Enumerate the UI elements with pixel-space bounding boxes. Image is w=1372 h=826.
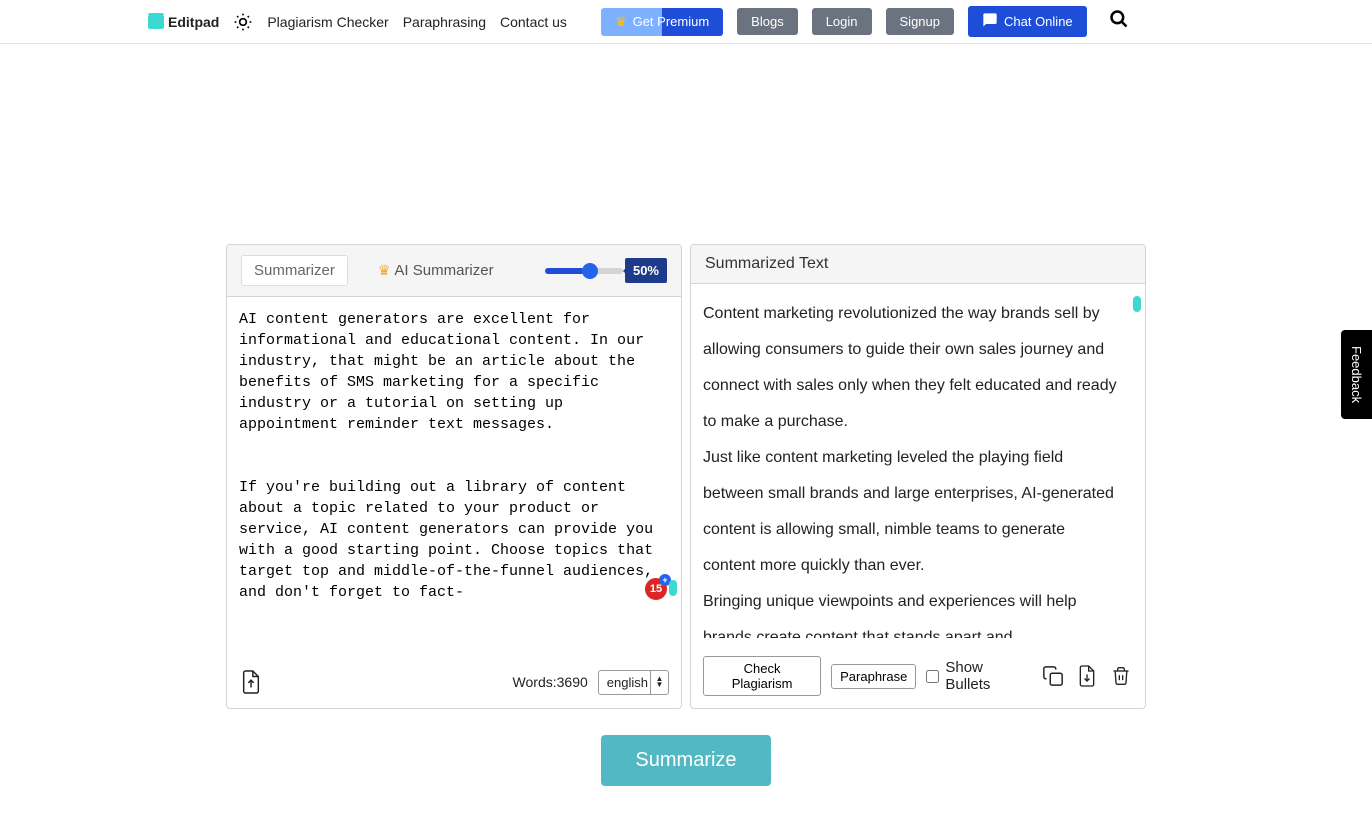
copy-icon[interactable] xyxy=(1041,662,1065,690)
source-text-input[interactable] xyxy=(239,309,669,651)
language-value: english xyxy=(607,675,648,690)
slider-thumb[interactable] xyxy=(582,263,598,279)
input-body: 15 xyxy=(227,297,681,660)
brand-logo[interactable]: Editpad xyxy=(148,14,219,30)
crown-icon: ♛ xyxy=(378,262,391,279)
slider-value-badge: 50% xyxy=(625,258,667,283)
upload-file-icon[interactable] xyxy=(239,668,263,696)
grammar-badge[interactable]: 15 xyxy=(643,576,669,602)
nav-contact-us[interactable]: Contact us xyxy=(500,14,567,30)
chat-online-label: Chat Online xyxy=(1004,14,1073,29)
slider-track[interactable] xyxy=(545,268,623,274)
output-panel-header: Summarized Text xyxy=(691,245,1145,284)
chat-icon xyxy=(982,12,998,31)
words-value: 3690 xyxy=(557,674,588,690)
main-content: Summarizer ♛ AI Summarizer 50% 15 xyxy=(0,44,1372,826)
feedback-tab[interactable]: Feedback xyxy=(1341,330,1372,419)
summarizer-tool: Summarizer ♛ AI Summarizer 50% 15 xyxy=(226,244,1146,709)
output-body: Content marketing revolutionized the way… xyxy=(691,284,1145,648)
nav-paraphrasing[interactable]: Paraphrasing xyxy=(403,14,486,30)
top-nav: Editpad Plagiarism Checker Paraphrasing … xyxy=(0,0,1372,44)
nav-plagiarism-checker[interactable]: Plagiarism Checker xyxy=(267,14,388,30)
scroll-indicator[interactable] xyxy=(1133,296,1141,312)
slider-fill xyxy=(545,268,584,274)
output-action-icons xyxy=(1041,662,1133,690)
logo-icon xyxy=(148,15,164,29)
output-paragraph: Content marketing revolutionized the way… xyxy=(703,296,1119,440)
signup-button[interactable]: Signup xyxy=(886,8,954,35)
chat-online-button[interactable]: Chat Online xyxy=(968,6,1087,37)
login-button[interactable]: Login xyxy=(812,8,872,35)
download-icon[interactable] xyxy=(1075,662,1099,690)
paraphrase-button[interactable]: Paraphrase xyxy=(831,664,916,689)
summarize-button[interactable]: Summarize xyxy=(601,735,770,786)
scroll-indicator[interactable] xyxy=(669,580,677,596)
output-footer: Check Plagiarism Paraphrase Show Bullets xyxy=(691,648,1145,708)
delete-icon[interactable] xyxy=(1109,662,1133,690)
output-paragraph: Bringing unique viewpoints and experienc… xyxy=(703,584,1119,638)
select-caret-icon: ▲▼ xyxy=(650,671,668,694)
output-panel: Summarized Text Content marketing revolu… xyxy=(690,244,1146,709)
ai-summarizer-label: AI Summarizer xyxy=(394,262,493,279)
input-panel: Summarizer ♛ AI Summarizer 50% 15 xyxy=(226,244,682,709)
show-bullets-label: Show Bullets xyxy=(945,659,1031,693)
word-count: Words:3690 xyxy=(513,674,588,690)
words-label: Words: xyxy=(513,674,557,690)
tab-ai-summarizer[interactable]: ♛ AI Summarizer xyxy=(366,256,506,285)
check-plagiarism-button[interactable]: Check Plagiarism xyxy=(703,656,821,696)
show-bullets-toggle[interactable]: Show Bullets xyxy=(926,659,1031,693)
tab-summarizer[interactable]: Summarizer xyxy=(241,255,348,286)
summary-length-slider[interactable]: 50% xyxy=(545,258,667,283)
summarized-text: Content marketing revolutionized the way… xyxy=(703,296,1133,638)
output-paragraph: Just like content marketing leveled the … xyxy=(703,440,1119,584)
blogs-button[interactable]: Blogs xyxy=(737,8,798,35)
search-icon[interactable] xyxy=(1109,9,1129,34)
show-bullets-checkbox[interactable] xyxy=(926,670,939,683)
input-panel-header: Summarizer ♛ AI Summarizer 50% xyxy=(227,245,681,297)
output-title: Summarized Text xyxy=(705,255,828,273)
logo-text: Editpad xyxy=(168,14,219,30)
get-premium-button[interactable]: ♛ Get Premium xyxy=(601,8,723,36)
language-select[interactable]: english ▲▼ xyxy=(598,670,669,695)
get-premium-label: Get Premium xyxy=(633,14,710,29)
input-footer: Words:3690 english ▲▼ xyxy=(227,660,681,708)
theme-toggle-icon[interactable] xyxy=(233,12,253,32)
crown-icon: ♛ xyxy=(615,14,627,30)
